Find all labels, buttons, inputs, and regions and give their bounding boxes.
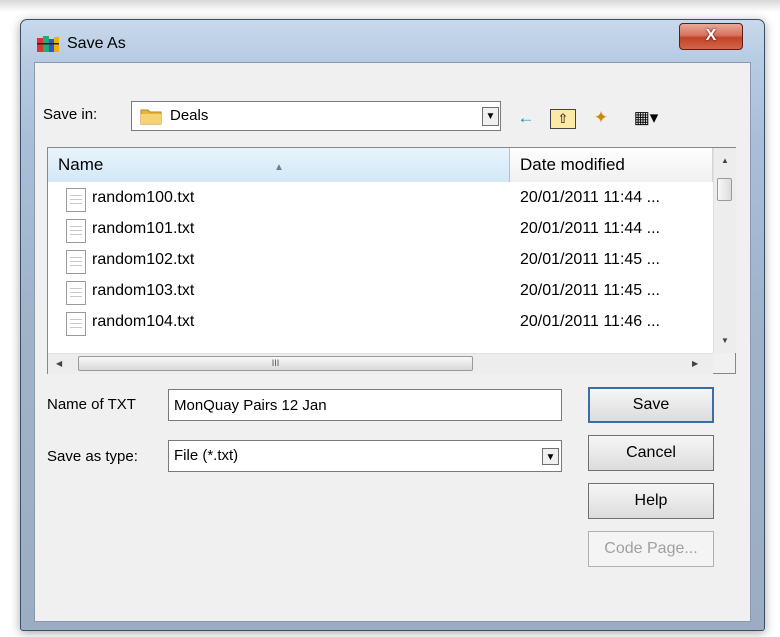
save-as-type-dropdown[interactable]: File (*.txt) ▼ (168, 440, 562, 472)
app-icon (37, 36, 59, 52)
save-button[interactable]: Save (588, 387, 714, 423)
file-name: random100.txt (92, 189, 195, 206)
close-button[interactable]: X (679, 23, 743, 50)
save-as-dialog: Save As X Save in: Deals ▼ ← ⇧ ✦ ▦▾ Name… (20, 19, 765, 631)
vertical-scroll-thumb[interactable] (717, 178, 732, 201)
text-file-icon (66, 188, 86, 212)
file-row[interactable]: random101.txt 20/01/2011 11:44 ... (48, 215, 713, 246)
save-as-type-dropdown-arrow[interactable]: ▼ (542, 448, 559, 465)
column-header-date[interactable]: Date modified (510, 148, 713, 182)
file-row[interactable]: random103.txt 20/01/2011 11:45 ... (48, 277, 713, 308)
file-list[interactable]: Name ▲ Date modified random100.txt 20/01… (47, 147, 736, 374)
file-row[interactable]: random102.txt 20/01/2011 11:45 ... (48, 246, 713, 277)
save-in-dropdown[interactable]: Deals ▼ (131, 101, 501, 131)
save-as-type-label: Save as type: (47, 448, 138, 465)
sort-ascending-icon: ▲ (274, 162, 284, 173)
save-in-value: Deals (170, 107, 209, 124)
new-folder-icon[interactable]: ✦ (588, 107, 614, 129)
file-date: 20/01/2011 11:45 ... (520, 251, 660, 268)
column-header-name[interactable]: Name ▲ (48, 148, 510, 182)
text-file-icon (66, 219, 86, 243)
filename-input[interactable] (168, 389, 562, 421)
background-shadow (0, 0, 780, 12)
text-file-icon (66, 281, 86, 305)
save-in-label: Save in: (43, 106, 98, 123)
window-title: Save As (67, 35, 126, 52)
vertical-scrollbar[interactable]: ▲ ▼ (713, 148, 736, 353)
scroll-right-icon[interactable]: ▶ (692, 359, 698, 368)
horizontal-scroll-thumb[interactable]: III (78, 356, 473, 371)
column-name-label: Name (58, 155, 104, 174)
file-date: 20/01/2011 11:44 ... (520, 220, 660, 237)
file-name: random103.txt (92, 282, 195, 299)
save-as-type-value: File (*.txt) (174, 447, 239, 464)
scroll-corner (713, 353, 735, 373)
filename-label: Name of TXT (47, 396, 136, 413)
file-name: random104.txt (92, 313, 195, 330)
save-in-dropdown-arrow[interactable]: ▼ (482, 107, 499, 126)
dialog-body: Save in: Deals ▼ ← ⇧ ✦ ▦▾ Name ▲ Date mo… (34, 62, 751, 622)
help-button[interactable]: Help (588, 483, 714, 519)
text-file-icon (66, 250, 86, 274)
view-menu-icon[interactable]: ▦▾ (627, 107, 665, 129)
file-row[interactable]: random100.txt 20/01/2011 11:44 ... (48, 184, 713, 215)
file-date: 20/01/2011 11:44 ... (520, 189, 660, 206)
text-file-icon (66, 312, 86, 336)
code-page-button: Code Page... (588, 531, 714, 567)
file-date: 20/01/2011 11:46 ... (520, 313, 660, 330)
scroll-left-icon[interactable]: ◀ (56, 359, 62, 368)
file-row[interactable]: random104.txt 20/01/2011 11:46 ... (48, 308, 713, 339)
up-folder-icon[interactable]: ⇧ (550, 109, 576, 129)
cancel-button[interactable]: Cancel (588, 435, 714, 471)
scroll-up-icon[interactable]: ▲ (721, 156, 729, 165)
folder-icon (140, 109, 162, 125)
scroll-down-icon[interactable]: ▼ (721, 336, 729, 345)
file-name: random101.txt (92, 220, 195, 237)
file-name: random102.txt (92, 251, 195, 268)
back-icon[interactable]: ← (515, 107, 537, 129)
horizontal-scrollbar[interactable]: ◀ III ▶ (48, 353, 713, 374)
title-bar[interactable]: Save As (21, 20, 764, 52)
file-date: 20/01/2011 11:45 ... (520, 282, 660, 299)
